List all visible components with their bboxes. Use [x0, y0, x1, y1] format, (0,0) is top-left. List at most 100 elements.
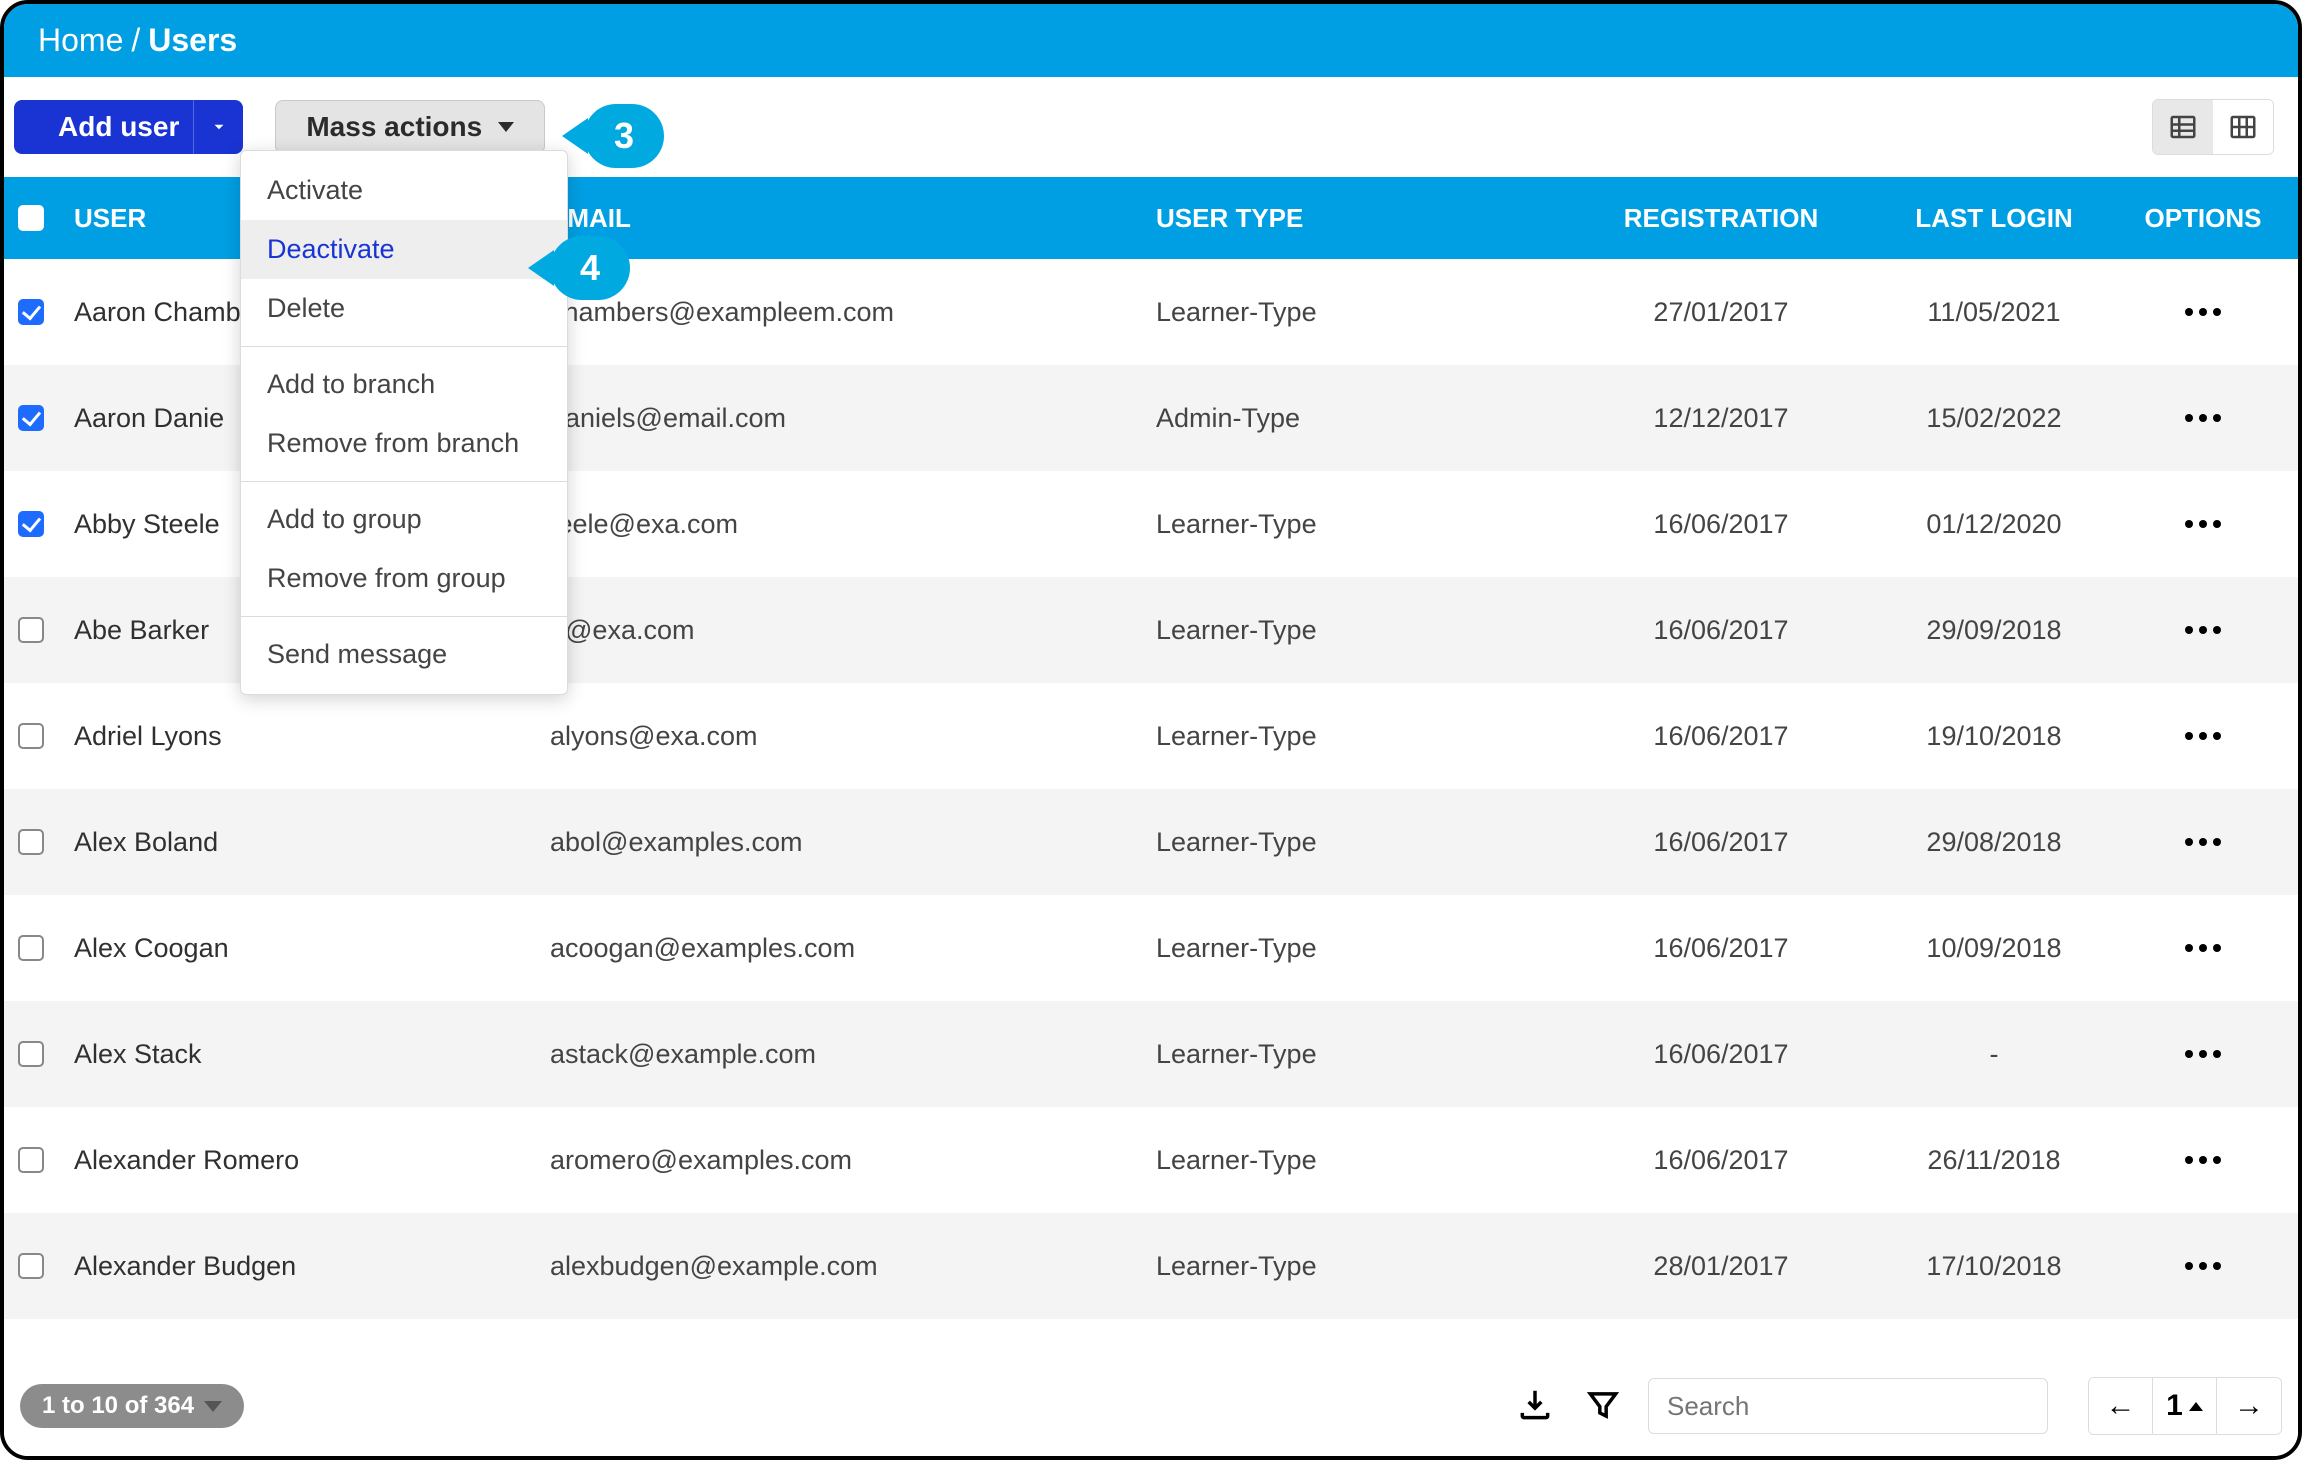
caret-down-icon [210, 118, 228, 136]
cell-type: Learner-Type [1156, 297, 1576, 328]
row-options-button[interactable] [2185, 308, 2221, 316]
cell-user: Alexander Romero [68, 1145, 550, 1176]
table-row[interactable]: Alexander Budgen alexbudgen@example.com … [4, 1213, 2298, 1319]
cell-email: chambers@exampleem.com [550, 297, 1156, 328]
cell-registration: 16/06/2017 [1576, 1039, 1866, 1070]
download-button[interactable] [1512, 1382, 1558, 1431]
search-input[interactable] [1648, 1378, 2048, 1434]
row-options-button[interactable] [2185, 520, 2221, 528]
cell-type: Learner-Type [1156, 721, 1576, 752]
list-view-button[interactable] [2153, 100, 2213, 154]
row-checkbox[interactable] [18, 723, 44, 749]
mass-actions-button[interactable]: Mass actions [275, 100, 545, 154]
cell-last-login: 17/10/2018 [1866, 1251, 2122, 1282]
cell-email: astack@example.com [550, 1039, 1156, 1070]
caret-down-icon [204, 1401, 222, 1412]
cell-registration: 16/06/2017 [1576, 509, 1866, 540]
cell-email: alyons@exa.com [550, 721, 1156, 752]
cell-registration: 12/12/2017 [1576, 403, 1866, 434]
menu-delete[interactable]: Delete [241, 279, 567, 338]
table-row[interactable]: Alex Coogan acoogan@examples.com Learner… [4, 895, 2298, 1001]
row-checkbox[interactable] [18, 935, 44, 961]
row-options-button[interactable] [2185, 944, 2221, 952]
row-checkbox[interactable] [18, 405, 44, 431]
col-type[interactable]: USER TYPE [1156, 203, 1576, 234]
menu-add-group[interactable]: Add to group [241, 490, 567, 549]
row-options-button[interactable] [2185, 1156, 2221, 1164]
download-icon [1516, 1386, 1554, 1424]
grid-view-button[interactable] [2213, 100, 2273, 154]
breadcrumb-page: Users [148, 22, 237, 59]
cell-type: Learner-Type [1156, 1039, 1576, 1070]
cell-last-login: - [1866, 1039, 2122, 1070]
row-options-button[interactable] [2185, 414, 2221, 422]
cell-last-login: 29/08/2018 [1866, 827, 2122, 858]
cell-registration: 16/06/2017 [1576, 933, 1866, 964]
row-checkbox[interactable] [18, 511, 44, 537]
breadcrumb-home[interactable]: Home [38, 22, 123, 59]
select-all-checkbox[interactable] [18, 205, 44, 231]
cell-last-login: 26/11/2018 [1866, 1145, 2122, 1176]
row-options-button[interactable] [2185, 838, 2221, 846]
cell-type: Admin-Type [1156, 403, 1576, 434]
breadcrumb-sep: / [131, 22, 140, 59]
table-footer: 1 to 10 of 364 ← 1 → [4, 1356, 2298, 1456]
row-options-button[interactable] [2185, 732, 2221, 740]
row-options-button[interactable] [2185, 626, 2221, 634]
col-options: OPTIONS [2122, 203, 2284, 234]
menu-add-branch[interactable]: Add to branch [241, 355, 567, 414]
table-row[interactable]: Alexander Romero aromero@examples.com Le… [4, 1107, 2298, 1213]
breadcrumb-bar: Home / Users [4, 4, 2298, 77]
cell-last-login: 15/02/2022 [1866, 403, 2122, 434]
cell-type: Learner-Type [1156, 509, 1576, 540]
footer-actions: ← 1 → [1512, 1377, 2282, 1435]
caret-down-icon [498, 122, 514, 132]
filter-button[interactable] [1580, 1382, 1626, 1431]
cell-user: Alex Boland [68, 827, 550, 858]
row-options-button[interactable] [2185, 1050, 2221, 1058]
add-user-dropdown-toggle[interactable] [193, 100, 243, 154]
table-row[interactable]: Adriel Lyons alyons@exa.com Learner-Type… [4, 683, 2298, 789]
add-user-label: Add user [58, 111, 179, 143]
range-text: 1 to 10 of 364 [42, 1392, 194, 1420]
cell-user: Alexander Budgen [68, 1251, 550, 1282]
col-email[interactable]: EMAIL [550, 203, 1156, 234]
cell-last-login: 10/09/2018 [1866, 933, 2122, 964]
col-last-login[interactable]: LAST LOGIN [1866, 203, 2122, 234]
menu-divider [241, 616, 567, 617]
pager-prev[interactable]: ← [2089, 1378, 2153, 1434]
cell-email: e@exa.com [550, 615, 1156, 646]
pager-page[interactable]: 1 [2153, 1378, 2217, 1434]
range-pill[interactable]: 1 to 10 of 364 [20, 1384, 244, 1428]
pager-next[interactable]: → [2217, 1378, 2281, 1434]
cell-email: acoogan@examples.com [550, 933, 1156, 964]
add-user-button[interactable]: Add user [14, 100, 243, 154]
menu-send-message[interactable]: Send message [241, 625, 567, 684]
cell-email: daniels@email.com [550, 403, 1156, 434]
cell-email: teele@exa.com [550, 509, 1156, 540]
row-checkbox[interactable] [18, 299, 44, 325]
users-screen: Home / Users Add user Mass actions [0, 0, 2302, 1460]
row-options-button[interactable] [2185, 1262, 2221, 1270]
cell-last-login: 11/05/2021 [1866, 297, 2122, 328]
row-checkbox[interactable] [18, 1147, 44, 1173]
menu-remove-group[interactable]: Remove from group [241, 549, 567, 608]
table-row[interactable]: Alex Stack astack@example.com Learner-Ty… [4, 1001, 2298, 1107]
menu-activate[interactable]: Activate [241, 161, 567, 220]
table-row[interactable]: Alex Boland abol@examples.com Learner-Ty… [4, 789, 2298, 895]
row-checkbox[interactable] [18, 617, 44, 643]
menu-deactivate[interactable]: Deactivate [241, 220, 567, 279]
cell-registration: 16/06/2017 [1576, 615, 1866, 646]
cell-last-login: 01/12/2020 [1866, 509, 2122, 540]
menu-divider [241, 346, 567, 347]
row-checkbox[interactable] [18, 1253, 44, 1279]
caret-up-icon [2189, 1402, 2203, 1411]
col-registration[interactable]: REGISTRATION [1576, 203, 1866, 234]
menu-remove-branch[interactable]: Remove from branch [241, 414, 567, 473]
cell-email: aromero@examples.com [550, 1145, 1156, 1176]
cell-registration: 16/06/2017 [1576, 1145, 1866, 1176]
cell-type: Learner-Type [1156, 933, 1576, 964]
cell-email: abol@examples.com [550, 827, 1156, 858]
row-checkbox[interactable] [18, 829, 44, 855]
row-checkbox[interactable] [18, 1041, 44, 1067]
